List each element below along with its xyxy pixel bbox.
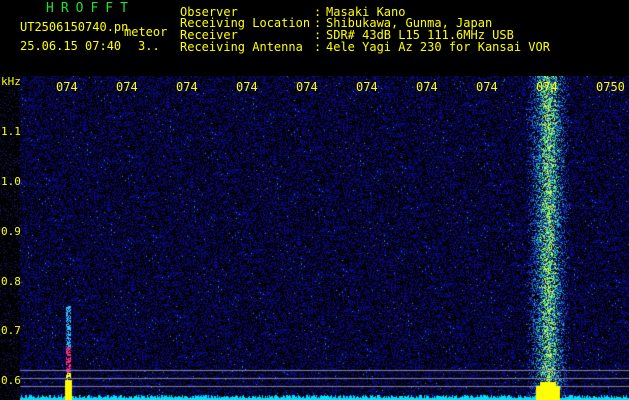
freq-tick-label: 1.1 [1,125,21,138]
time-tick-label: 074 [296,80,318,94]
freq-tick-label: 0.7 [1,324,21,337]
mode-label: meteor [124,25,168,39]
file-name: UT2506150740.pn [20,20,129,34]
time-tick-label: 074 [536,80,558,94]
count-label: 3.. [138,39,160,53]
time-tick-label: 074 [356,80,378,94]
axis-unit-label: kHz [1,75,21,88]
date-time: 25.06.15 07:40 [20,39,122,53]
time-tick-label: 074 [236,80,258,94]
freq-tick-label: 1.0 [1,175,21,188]
info-label-antenna: Receiving Antenna [180,40,303,54]
time-tick-label: 0750 [596,80,625,94]
info-colon: : [314,40,322,54]
time-tick-label: 074 [176,80,198,94]
app-title: HROFFT [46,1,135,16]
time-tick-label: 074 [56,80,78,94]
spectrogram-canvas [0,76,629,400]
info-value-antenna: 4ele Yagi Az 230 for Kansai VOR [326,40,550,54]
time-tick-label: 074 [476,80,498,94]
freq-tick-label: 0.9 [1,225,21,238]
time-tick-label: 074 [416,80,438,94]
freq-tick-label: 0.6 [1,374,21,387]
time-tick-label: 074 [116,80,138,94]
freq-tick-label: 0.8 [1,275,21,288]
